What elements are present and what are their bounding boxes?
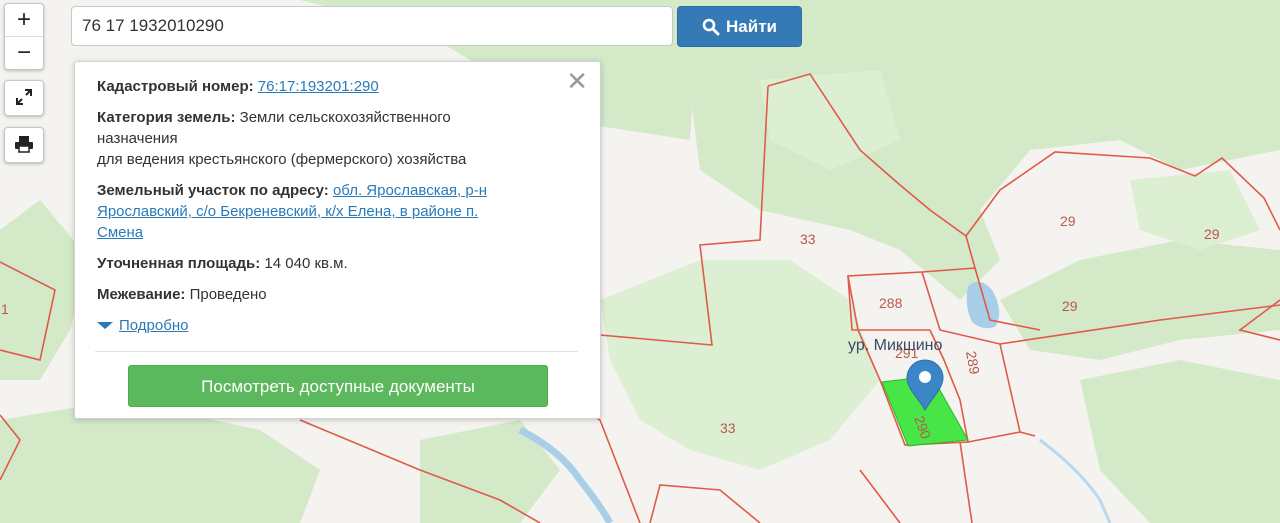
land-category-value-3: для ведения крестьянского (фермерского) …: [97, 151, 467, 168]
cadastral-number-link[interactable]: 76:17:193201:290: [258, 78, 379, 95]
popup-divider: [95, 351, 578, 352]
details-toggle-label: Подробно: [119, 317, 189, 334]
parcel-label-33b: 33: [720, 420, 736, 436]
zoom-control: + −: [4, 3, 44, 70]
place-name-label: ур. Микшино: [848, 337, 942, 354]
fullscreen-control: [4, 80, 44, 116]
details-toggle[interactable]: Подробно: [97, 315, 578, 336]
area-label: Уточненная площадь:: [97, 255, 261, 272]
parcel-info-popup: ✕ Кадастровый номер: 76:17:193201:290 Ка…: [74, 61, 601, 419]
zoom-out-button[interactable]: −: [5, 36, 43, 69]
zoom-in-button[interactable]: +: [5, 4, 43, 36]
fullscreen-button[interactable]: [5, 81, 43, 113]
address-label: Земельный участок по адресу:: [97, 182, 329, 199]
parcel-label-33a: 33: [800, 231, 816, 247]
parcel-label-29b: 29: [1204, 226, 1220, 242]
land-category-value-2: назначения: [97, 130, 178, 147]
address-link-2[interactable]: Ярославский, с/о Бекреневский, к/х Елена…: [97, 203, 478, 220]
parcel-label-288: 288: [879, 295, 903, 311]
view-documents-button[interactable]: Посмотреть доступные документы: [128, 365, 548, 407]
address-link-3[interactable]: Смена: [97, 224, 143, 241]
address-link-1[interactable]: обл. Ярославская, р-н: [333, 182, 487, 199]
print-control: [4, 127, 44, 163]
search-input[interactable]: [71, 6, 673, 46]
close-icon[interactable]: ✕: [566, 68, 588, 94]
cadastral-number-label: Кадастровый номер:: [97, 78, 254, 95]
land-category-value-1: Земли сельскохозяйственного: [239, 109, 451, 126]
address-row: Земельный участок по адресу: обл. Яросла…: [97, 180, 578, 243]
print-button[interactable]: [5, 128, 43, 160]
cadastral-number-row: Кадастровый номер: 76:17:193201:290: [97, 76, 578, 97]
parcel-label-29c: 29: [1062, 298, 1078, 314]
search-icon: [702, 18, 720, 35]
land-category-label: Категория земель:: [97, 109, 236, 126]
parcel-label-29a: 29: [1060, 213, 1076, 229]
printer-icon: [15, 136, 33, 153]
parcel-label-1: 1: [1, 301, 9, 317]
search-button-label: Найти: [726, 16, 777, 36]
caret-down-icon: [97, 322, 113, 329]
survey-row: Межевание: Проведено: [97, 284, 578, 305]
search-button[interactable]: Найти: [677, 6, 802, 47]
area-value: 14 040 кв.м.: [264, 255, 348, 272]
area-row: Уточненная площадь: 14 040 кв.м.: [97, 253, 578, 274]
land-category-row: Категория земель: Земли сельскохозяйстве…: [97, 107, 578, 170]
survey-label: Межевание:: [97, 286, 186, 303]
expand-icon: [16, 89, 32, 105]
survey-value: Проведено: [189, 286, 267, 303]
